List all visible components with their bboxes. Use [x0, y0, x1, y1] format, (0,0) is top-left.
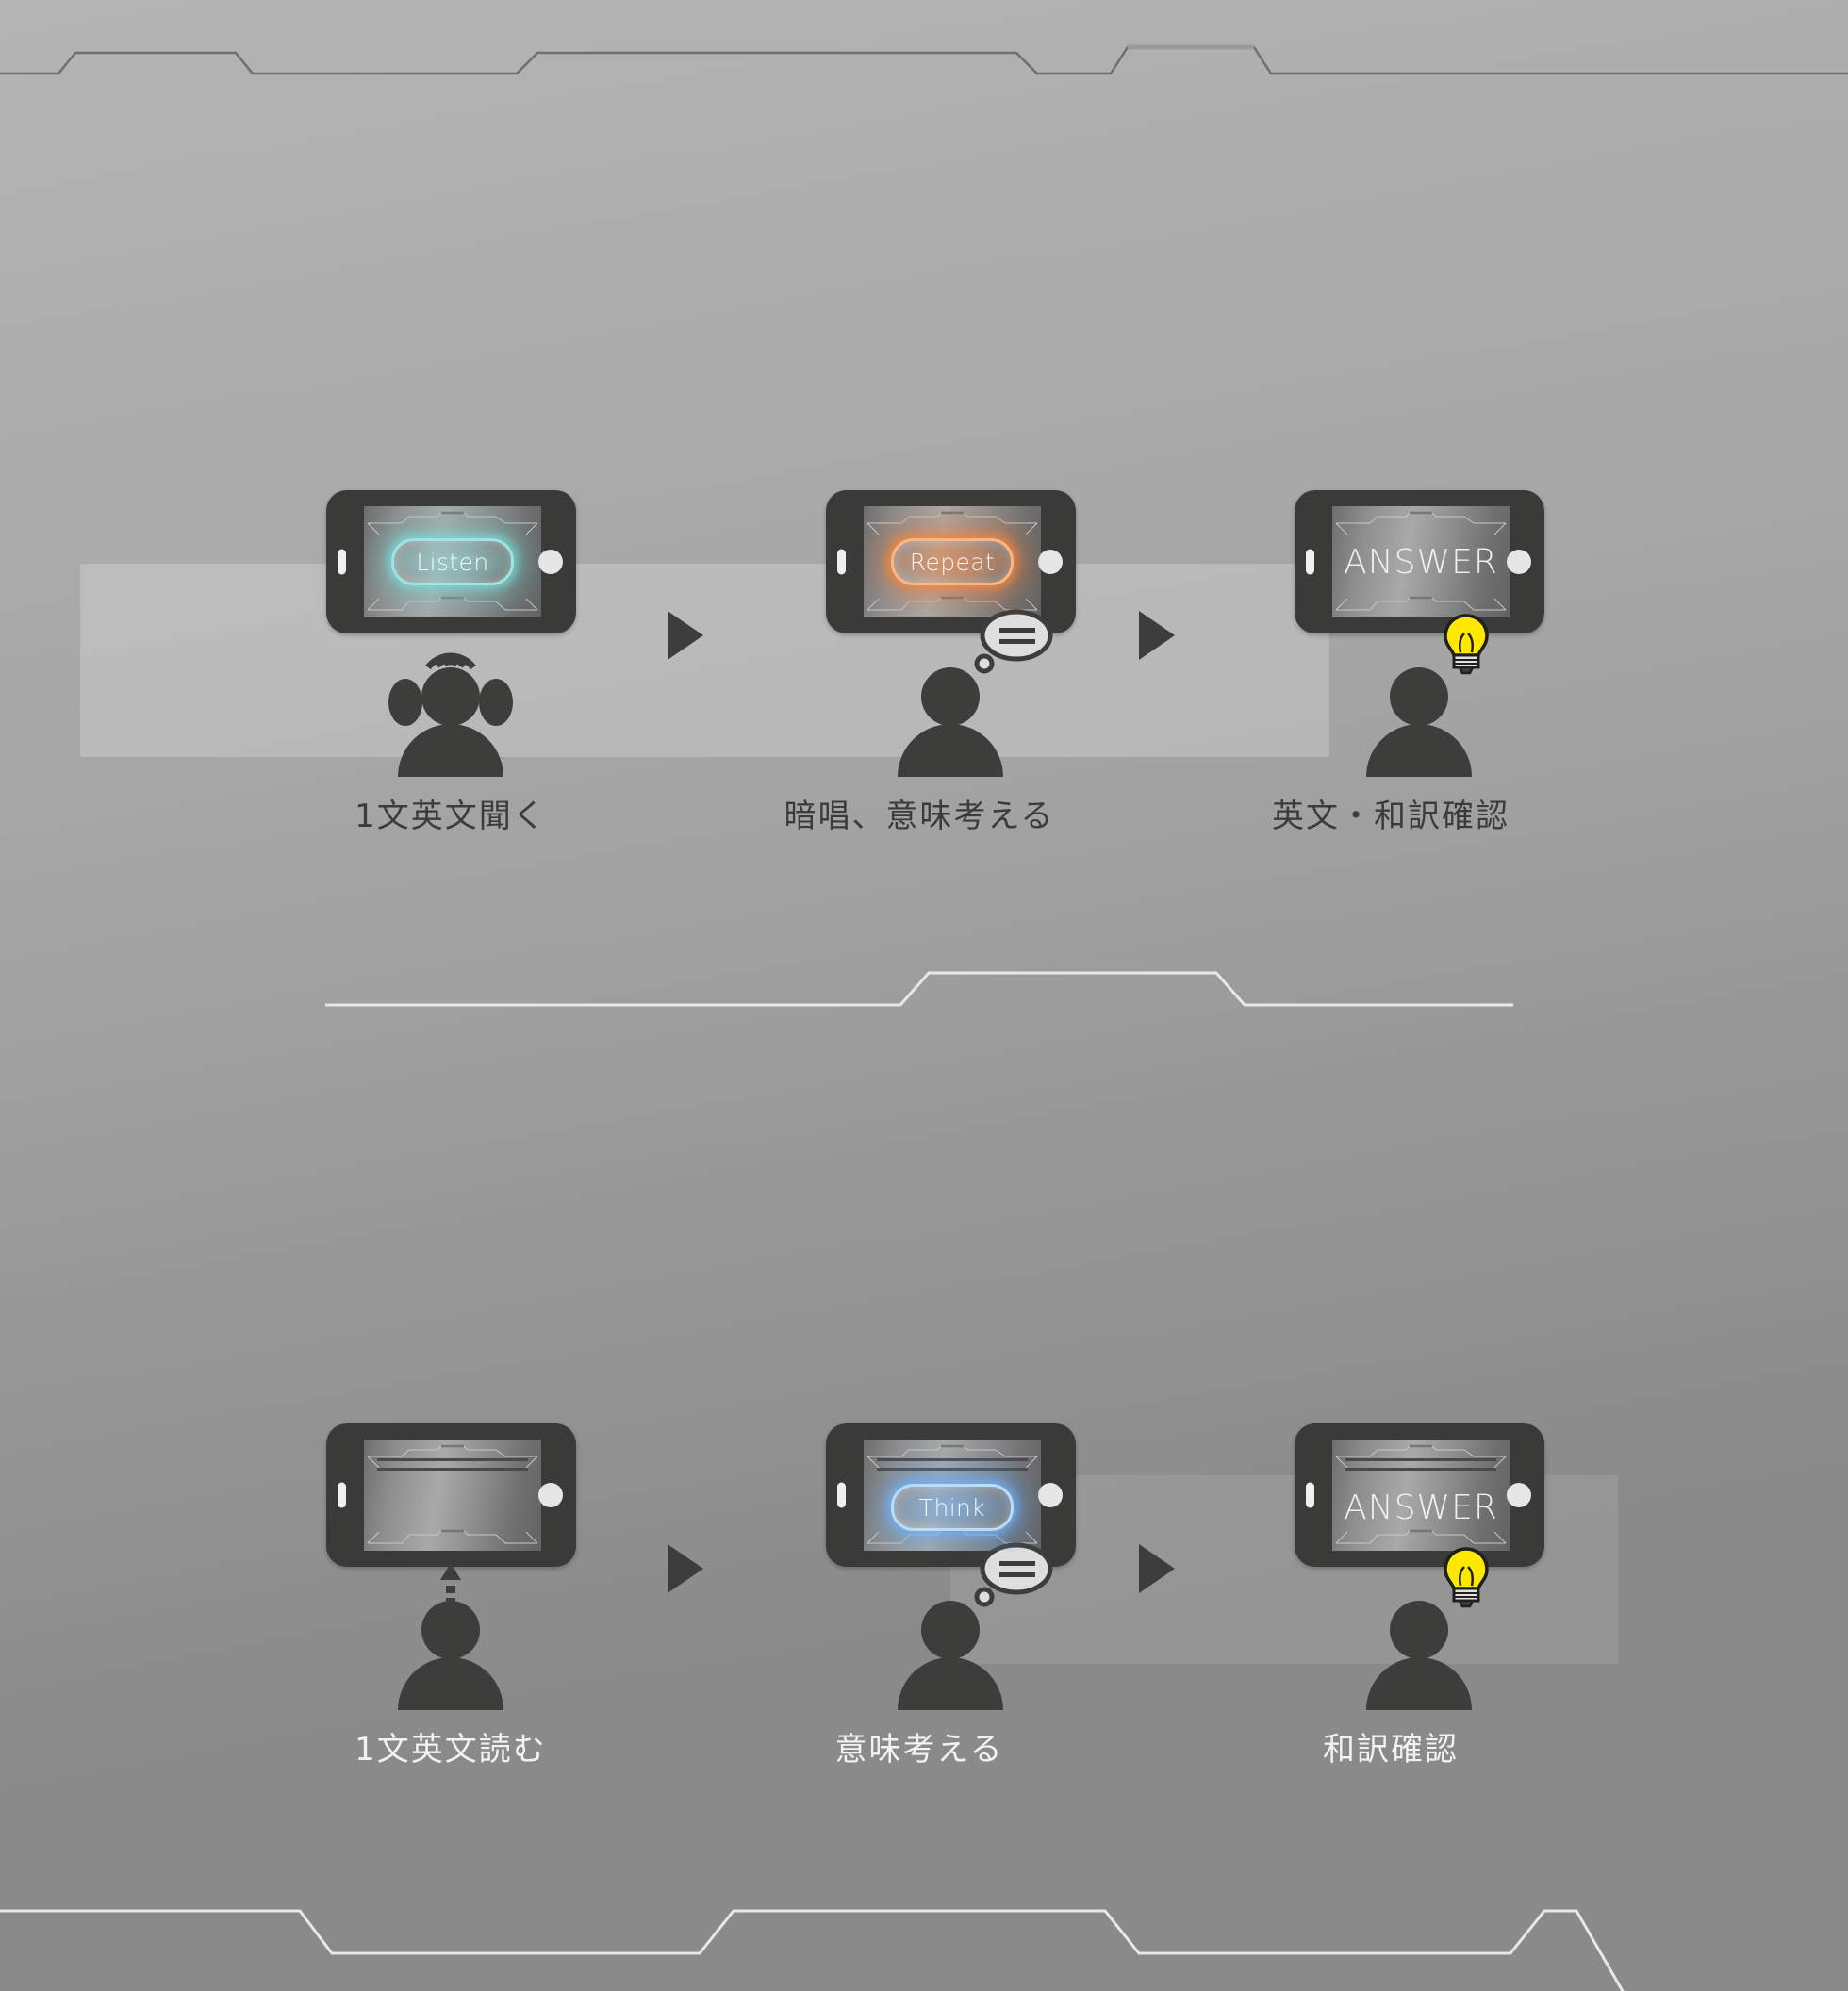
- circuit-line-bottom: [0, 1909, 1625, 1991]
- phone-speaker-icon: [836, 549, 846, 575]
- text-line: [377, 1468, 528, 1471]
- listening-flow-row: Listen Repeat ANSWER: [0, 490, 1848, 830]
- circuit-line-top: [0, 45, 1848, 75]
- figure-understander: [1263, 1547, 1575, 1710]
- headphone-right-icon: [479, 679, 513, 726]
- caption-read: 1文英文読む: [355, 1731, 547, 1769]
- person-body: [1366, 724, 1472, 777]
- figure-reciter: [795, 609, 1106, 777]
- person-head: [421, 667, 480, 726]
- caption-answer-jp: 和訳確認: [1323, 1731, 1459, 1769]
- phone-screen-read: [364, 1440, 541, 1551]
- phone-home-button[interactable]: [1506, 550, 1531, 574]
- person-body: [398, 724, 503, 777]
- screen-text-lines: [877, 1458, 1028, 1477]
- phone-screen-think: Think: [864, 1440, 1041, 1551]
- step-think[interactable]: Think: [795, 1423, 1106, 1710]
- step-read[interactable]: [295, 1423, 606, 1710]
- phone-listen[interactable]: Listen: [325, 490, 576, 634]
- think-button[interactable]: Think: [891, 1484, 1014, 1531]
- text-line: [1345, 1458, 1496, 1461]
- phone-home-button[interactable]: [1037, 1483, 1063, 1507]
- circuit-line-middle: [325, 971, 1513, 1007]
- phone-speaker-icon: [337, 549, 346, 575]
- phone-answer-top[interactable]: ANSWER: [1294, 490, 1544, 634]
- diagram-stage: Listen Repeat ANSWER 1文英文聞く 暗唱、意味考える 英文・…: [0, 0, 1848, 1991]
- step-answer-jp[interactable]: ANSWER: [1263, 1423, 1575, 1710]
- listen-button[interactable]: Listen: [391, 538, 514, 585]
- thought-bubble-icon: [974, 1542, 1053, 1607]
- flow-arrow-icon: [1139, 1544, 1175, 1593]
- flow-arrow-icon: [668, 1544, 703, 1593]
- soundwave-icon: [425, 652, 476, 670]
- person-head: [1390, 667, 1448, 726]
- phone-screen-repeat: Repeat: [864, 506, 1041, 617]
- text-line: [377, 1458, 528, 1461]
- person-head: [421, 1601, 480, 1659]
- phone-screen-answer-top: ANSWER: [1332, 506, 1510, 617]
- flow-arrow-icon: [1139, 611, 1175, 660]
- caption-listen: 1文英文聞く: [355, 798, 547, 835]
- phone-speaker-icon: [1305, 1482, 1314, 1508]
- lightbulb-icon: [1444, 614, 1489, 675]
- caption-think: 意味考える: [834, 1731, 1004, 1769]
- text-line: [1345, 1468, 1496, 1471]
- person-head: [1390, 1601, 1448, 1659]
- phone-home-button[interactable]: [537, 1483, 563, 1507]
- figure-understander: [1263, 614, 1575, 777]
- hud-frame-icon: [367, 1444, 538, 1544]
- phone-answer-bottom[interactable]: ANSWER: [1294, 1423, 1544, 1567]
- step-repeat[interactable]: Repeat: [795, 490, 1106, 777]
- phone-home-button[interactable]: [1506, 1483, 1531, 1507]
- step-answer-en-jp[interactable]: ANSWER: [1263, 490, 1575, 777]
- headphone-left-icon: [388, 679, 422, 726]
- answer-label-top: ANSWER: [1344, 542, 1498, 582]
- phone-home-button[interactable]: [537, 550, 563, 574]
- phone-screen-listen: Listen: [364, 506, 541, 617]
- flow-arrow-icon: [668, 611, 703, 660]
- person-body: [898, 1657, 1003, 1710]
- figure-thinker: [795, 1542, 1106, 1710]
- screen-text-lines: [1345, 1458, 1496, 1477]
- thought-bubble-icon: [974, 609, 1053, 674]
- person-body: [1366, 1657, 1472, 1710]
- answer-label-bottom: ANSWER: [1344, 1488, 1498, 1527]
- repeat-button[interactable]: Repeat: [891, 538, 1014, 585]
- phone-speaker-icon: [836, 1482, 846, 1508]
- person-head: [921, 1601, 980, 1659]
- person-body: [898, 724, 1003, 777]
- person-body: [398, 1657, 503, 1710]
- figure-listener: [295, 634, 606, 777]
- lightbulb-icon: [1444, 1547, 1489, 1608]
- step-listen[interactable]: Listen: [295, 490, 606, 777]
- phone-speaker-icon: [337, 1482, 346, 1508]
- screen-text-lines: [377, 1458, 528, 1477]
- text-line: [877, 1458, 1028, 1461]
- phone-screen-answer-bottom: ANSWER: [1332, 1440, 1510, 1551]
- caption-answer-en-jp: 英文・和訳確認: [1272, 798, 1510, 835]
- person-head: [921, 667, 980, 726]
- caption-repeat: 暗唱、意味考える: [784, 798, 1055, 835]
- phone-home-button[interactable]: [1037, 550, 1063, 574]
- figure-reader: [295, 1563, 606, 1710]
- text-line: [877, 1468, 1028, 1471]
- phone-read[interactable]: [325, 1423, 576, 1567]
- phone-speaker-icon: [1305, 549, 1314, 575]
